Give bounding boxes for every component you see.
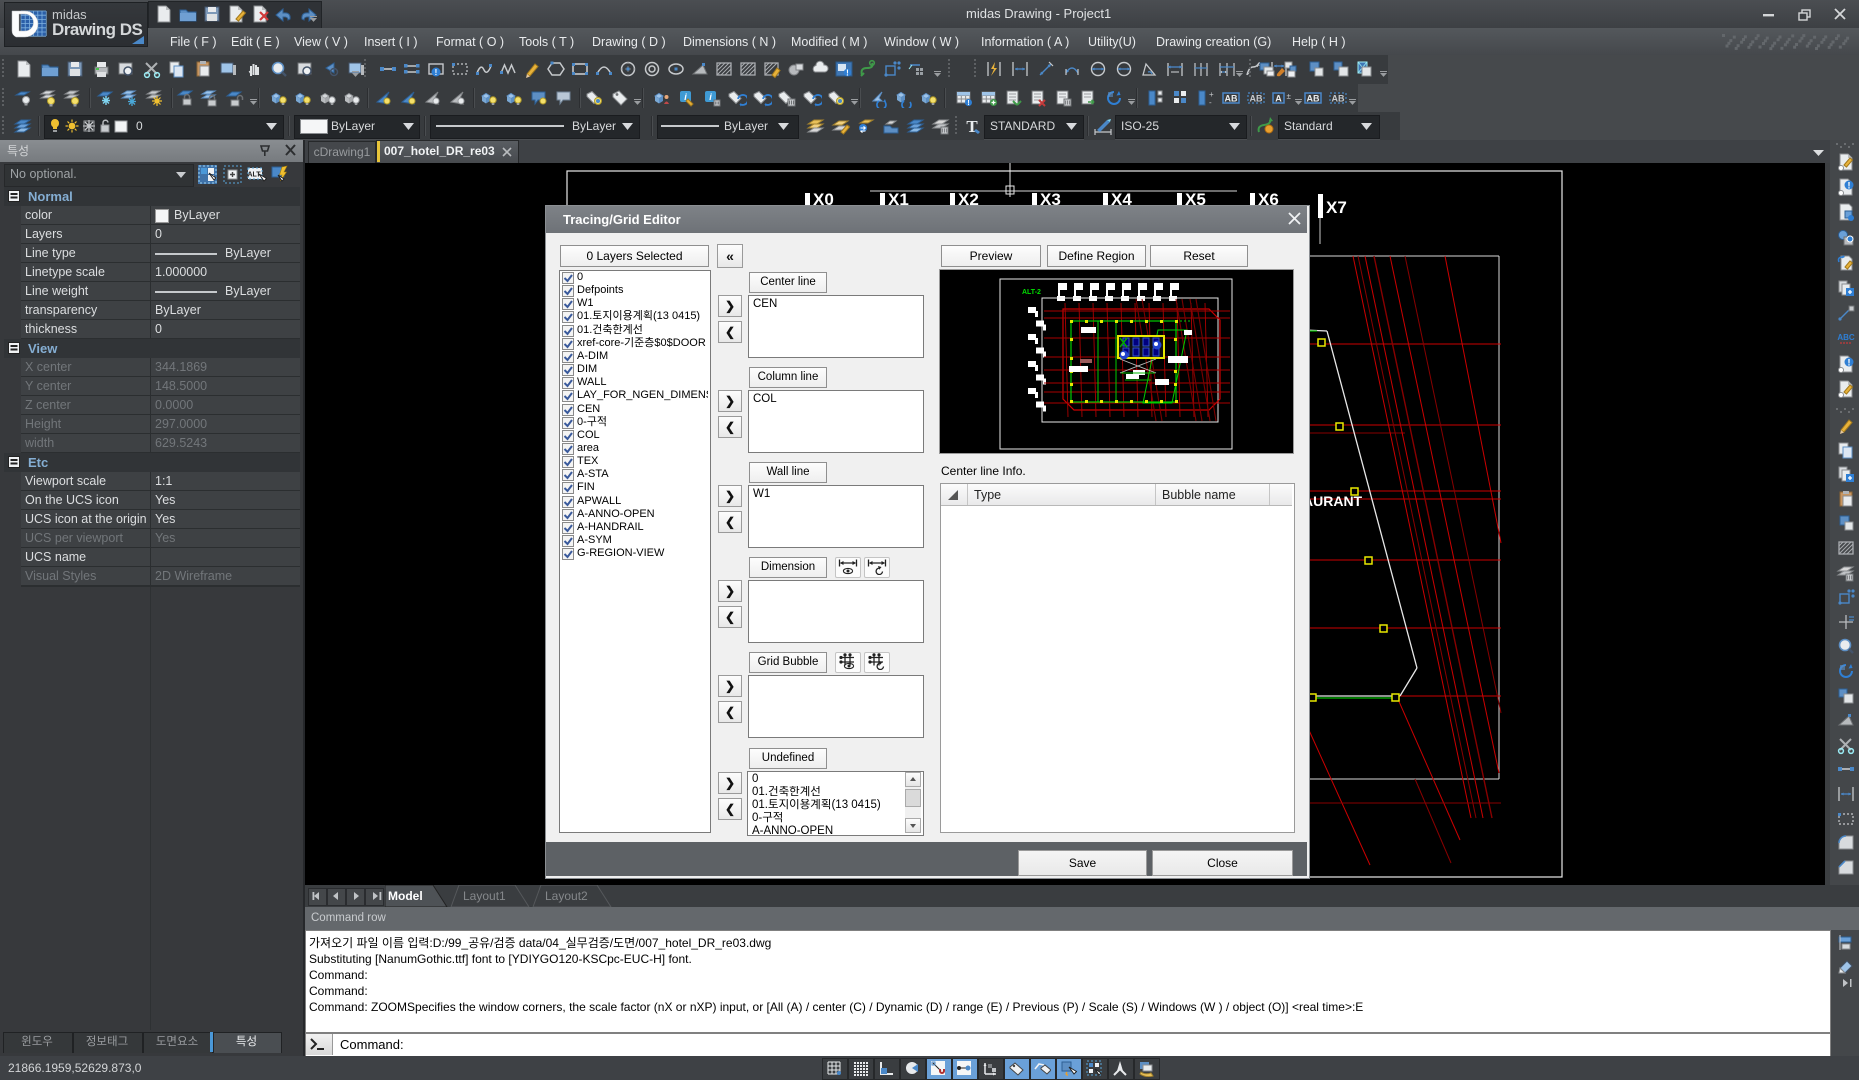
svg-text:!: ! <box>846 69 849 78</box>
svg-text:!: ! <box>435 68 438 77</box>
svg-text:AB: AB <box>1332 94 1345 104</box>
svg-text:!: ! <box>967 100 969 107</box>
svg-text:-: - <box>1209 98 1212 107</box>
svg-text:ABC: ABC <box>1837 333 1855 342</box>
svg-text:AB: AB <box>1307 94 1320 104</box>
svg-text:!: ! <box>1848 357 1851 367</box>
svg-text:X7: X7 <box>1326 198 1347 217</box>
svg-text:AB: AB <box>1250 94 1263 104</box>
svg-text:AB: AB <box>1225 94 1238 104</box>
svg-text:AURANT: AURANT <box>1303 493 1363 509</box>
svg-text:ALT-2: ALT-2 <box>1022 289 1041 296</box>
svg-text:±: ± <box>1287 92 1292 101</box>
svg-text:T: T <box>966 117 978 136</box>
svg-text:A: A <box>1275 94 1282 104</box>
svg-text:!: ! <box>1848 181 1851 191</box>
